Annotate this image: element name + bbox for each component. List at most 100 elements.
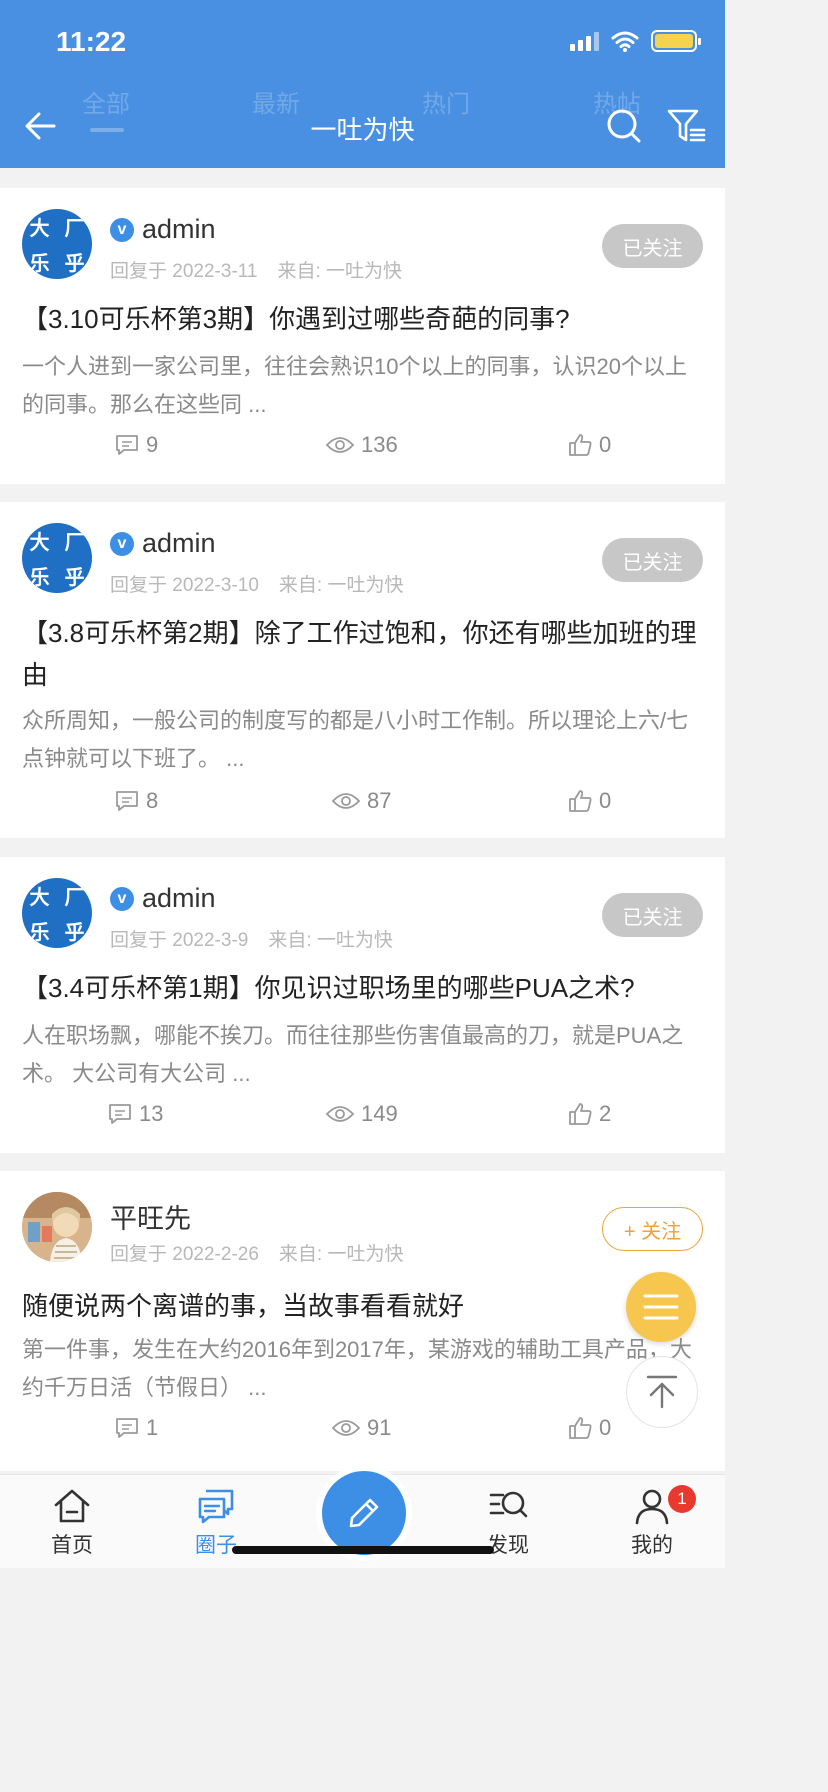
post-source: 来自: 一吐为快	[277, 261, 403, 282]
filter-button[interactable]	[666, 106, 708, 146]
comment-count-value: 8	[146, 788, 159, 813]
comment-count-value: 9	[146, 432, 159, 457]
ghost-tab-latest: 最新	[252, 91, 300, 118]
thumbs-up-icon	[569, 790, 592, 812]
avatar[interactable]	[22, 1192, 92, 1262]
author-row: 平旺先	[110, 1197, 191, 1236]
post-title[interactable]: 【3.10可乐杯第3期】你遇到过哪些奇葩的同事?	[22, 298, 706, 340]
post-meta: 回复于 2022-3-10 来自: 一吐为快	[110, 570, 403, 597]
post-stats: 9 136 0	[0, 432, 725, 468]
arrow-up-icon	[646, 1375, 678, 1409]
view-count: 87	[331, 788, 391, 814]
comment-count[interactable]: 1	[114, 1415, 158, 1441]
comment-count-value: 13	[139, 1101, 164, 1126]
avatar-char: 乎	[64, 253, 85, 275]
view-count-value: 87	[367, 788, 392, 813]
app-screen: 11:22 全部 最新 热门 热帖 一吐为快 大 厂 乐 乎 v admin 回…	[0, 0, 725, 1568]
top-header: 11:22 全部 最新 热门 热帖 一吐为快	[0, 0, 725, 168]
user-photo-icon	[22, 1192, 92, 1262]
view-count-value: 136	[361, 432, 398, 457]
post-title[interactable]: 【3.4可乐杯第1期】你见识过职场里的哪些PUA之术?	[22, 967, 706, 1009]
comment-count[interactable]: 13	[107, 1101, 163, 1127]
comment-count[interactable]: 9	[114, 432, 158, 458]
ghost-tab-hot: 热门	[422, 91, 470, 118]
tab-label: 首页	[51, 1534, 93, 1557]
avatar-char: 乐	[29, 567, 50, 589]
avatar-char: 乐	[29, 922, 50, 944]
compose-button[interactable]	[322, 1471, 406, 1555]
profile-notification-badge: 1	[668, 1485, 696, 1513]
filter-icon	[667, 109, 706, 142]
avatar[interactable]: 大 厂 乐 乎	[22, 878, 92, 948]
person-icon	[635, 1489, 669, 1525]
post-card[interactable]: 平旺先 回复于 2022-2-26 来自: 一吐为快 + 关注 随便说两个离谱的事…	[0, 1171, 725, 1471]
post-excerpt: 人在职场飘，哪能不挨刀。而往往那些伤害值最高的刀，就是PUA之术。 大公司有大公…	[22, 1023, 684, 1086]
status-icons	[570, 30, 701, 52]
floating-menu-button[interactable]	[626, 1272, 696, 1342]
home-icon	[54, 1489, 90, 1523]
author-name[interactable]: 平旺先	[110, 1197, 191, 1236]
comment-count-value: 1	[146, 1415, 159, 1440]
back-to-top-button[interactable]	[626, 1356, 698, 1428]
ghost-tab-all: 全部	[82, 91, 130, 118]
post-meta: 回复于 2022-3-9 来自: 一吐为快	[110, 925, 393, 952]
post-stats: 13 149 2	[0, 1101, 725, 1137]
comment-icon	[116, 791, 138, 811]
following-button[interactable]: 已关注	[602, 538, 703, 582]
like-count[interactable]: 0	[567, 1415, 611, 1441]
search-button[interactable]	[604, 106, 644, 146]
like-count[interactable]: 0	[567, 788, 611, 814]
post-card[interactable]: 大 厂 乐 乎 v admin 回复于 2022-3-10 来自: 一吐为快 已关…	[0, 502, 725, 838]
post-title[interactable]: 【3.8可乐杯第2期】除了工作过饱和，你还有哪些加班的理由	[22, 612, 706, 696]
home-indicator	[232, 1546, 494, 1554]
like-count-value: 0	[599, 1415, 612, 1440]
following-button[interactable]: 已关注	[602, 893, 703, 937]
author-name[interactable]: admin	[142, 528, 216, 559]
status-time: 11:22	[56, 26, 127, 57]
menu-lines-icon	[643, 1294, 679, 1320]
post-title[interactable]: 随便说两个离谱的事，当故事看看就好	[22, 1285, 706, 1327]
discover-search-icon	[489, 1491, 528, 1518]
comment-icon	[116, 435, 138, 455]
post-excerpt: 众所周知，一般公司的制度写的都是八小时工作制。所以理论上六/七点钟就可以下班了。…	[22, 708, 689, 771]
author-name[interactable]: admin	[142, 214, 216, 245]
pencil-icon	[349, 1498, 379, 1528]
eye-icon	[331, 793, 361, 809]
avatar[interactable]: 大 厂 乐 乎	[22, 523, 92, 593]
following-button[interactable]: 已关注	[602, 224, 703, 268]
follow-button[interactable]: + 关注	[602, 1207, 703, 1251]
search-icon	[607, 109, 641, 143]
post-card[interactable]: 大 厂 乐 乎 v admin 回复于 2022-3-11 来自: 一吐为快 已关…	[0, 188, 725, 484]
post-meta: 回复于 2022-3-11 来自: 一吐为快	[110, 256, 402, 283]
like-count[interactable]: 2	[567, 1101, 611, 1127]
verified-badge-icon: v	[110, 886, 134, 911]
view-count-value: 149	[361, 1101, 398, 1126]
post-stats: 1 91 0	[0, 1415, 725, 1451]
like-count-value: 0	[599, 788, 612, 813]
post-stats: 8 87 0	[0, 788, 725, 824]
avatar-char: 大	[29, 218, 50, 240]
post-excerpt: 第一件事，发生在大约2016年到2017年，某游戏的辅助工具产品，大约千万日活（…	[22, 1337, 692, 1400]
reply-date: 回复于 2022-3-11	[110, 261, 258, 282]
ghost-tab-underline	[90, 128, 124, 132]
reply-date: 回复于 2022-3-9	[110, 930, 249, 951]
eye-icon	[331, 1420, 361, 1436]
avatar[interactable]: 大 厂 乐 乎	[22, 209, 92, 279]
post-card[interactable]: 大 厂 乐 乎 v admin 回复于 2022-3-9 来自: 一吐为快 已关注…	[0, 857, 725, 1153]
avatar-char: 大	[29, 887, 50, 909]
tab-label: 我的	[631, 1534, 673, 1557]
author-name[interactable]: admin	[142, 883, 216, 914]
post-source: 来自: 一吐为快	[278, 575, 404, 596]
back-button[interactable]	[20, 106, 60, 146]
comment-count[interactable]: 8	[114, 788, 158, 814]
like-count[interactable]: 0	[567, 432, 611, 458]
wifi-icon	[611, 31, 639, 52]
view-count: 149	[325, 1101, 398, 1127]
post-source: 来自: 一吐为快	[278, 1244, 404, 1265]
reply-date: 回复于 2022-2-26	[110, 1244, 259, 1265]
author-row: v admin	[110, 214, 216, 245]
post-source: 来自: 一吐为快	[268, 930, 393, 951]
battery-icon	[651, 30, 701, 52]
tab-home[interactable]: 首页	[22, 1487, 122, 1559]
eye-icon	[325, 437, 355, 453]
